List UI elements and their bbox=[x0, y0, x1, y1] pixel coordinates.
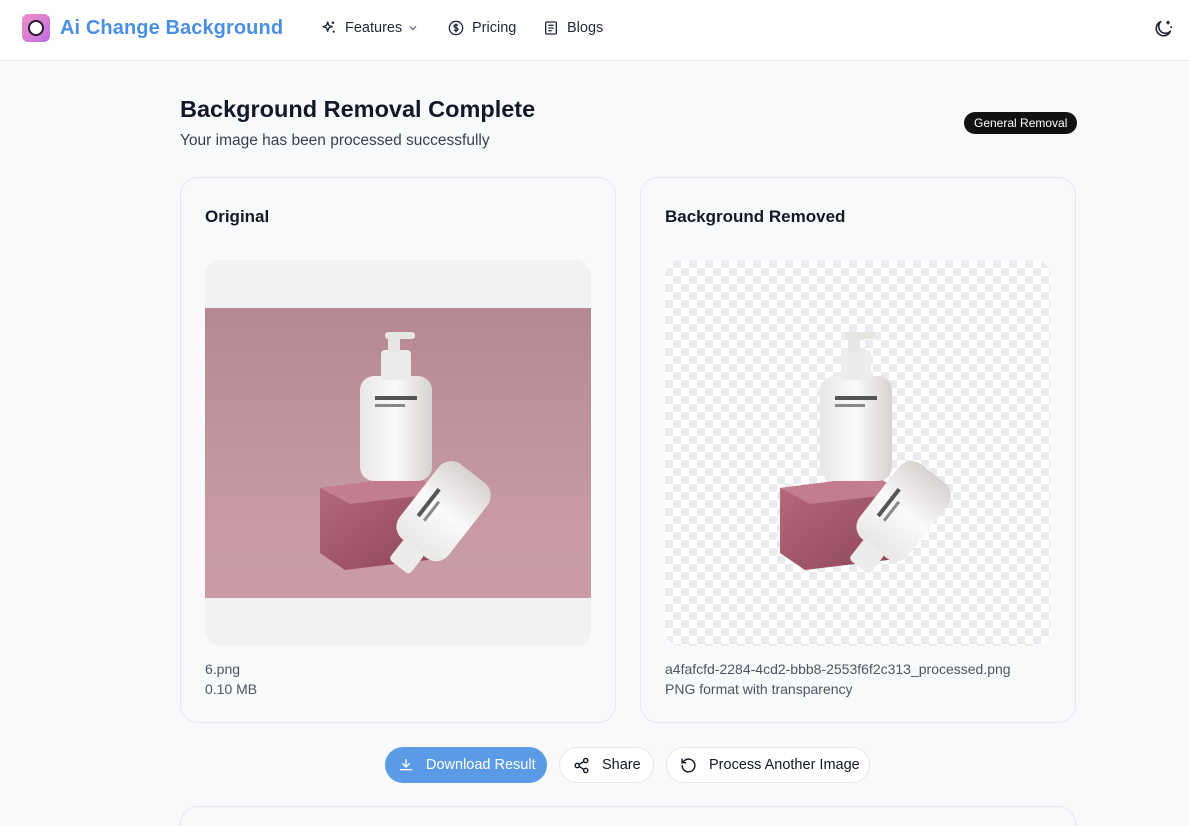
result-title: Background Removed bbox=[665, 207, 846, 226]
share-button[interactable]: Share bbox=[559, 747, 654, 783]
download-icon bbox=[400, 759, 412, 771]
bottom-section-card bbox=[180, 806, 1076, 826]
process-another-button[interactable]: Process Another Image bbox=[666, 747, 870, 783]
page-subtitle: Your image has been processed successful… bbox=[180, 132, 490, 149]
process-another-label: Process Another Image bbox=[709, 757, 860, 773]
nav-pricing-label: Pricing bbox=[472, 20, 517, 36]
share-icon bbox=[574, 757, 589, 773]
page-title: Background Removal Complete bbox=[180, 96, 536, 122]
result-filename: a4fafcfd-2284-4cd2-bbb8-2553f6f2c313_pro… bbox=[665, 661, 1011, 677]
original-filename: 6.png bbox=[205, 661, 241, 677]
original-image bbox=[205, 308, 591, 598]
original-image-frame bbox=[205, 260, 591, 646]
chevron-down-icon bbox=[409, 26, 417, 31]
original-card: Original 6.png 0.10 MB bbox=[180, 177, 616, 723]
original-title: Original bbox=[205, 207, 270, 226]
moon-icon[interactable] bbox=[1152, 18, 1174, 40]
sparkles-icon bbox=[322, 21, 335, 33]
mode-badge: General Removal bbox=[964, 112, 1078, 134]
result-card: Background Removed a4fafcfd-2284-4cd2-bb… bbox=[640, 177, 1076, 723]
nav-features[interactable]: Features bbox=[321, 20, 418, 36]
nav-features-label: Features bbox=[345, 20, 403, 36]
share-label: Share bbox=[602, 757, 641, 773]
dollar-circle-icon bbox=[448, 20, 464, 36]
result-image bbox=[780, 332, 951, 574]
app-logo-icon[interactable] bbox=[22, 14, 50, 42]
document-icon bbox=[545, 21, 557, 35]
nav-pricing[interactable]: Pricing bbox=[448, 20, 516, 36]
result-image-frame bbox=[665, 260, 1051, 646]
top-navbar: Ai Change Background Features Pricing Bl… bbox=[0, 0, 1189, 61]
download-result-button[interactable]: Download Result bbox=[385, 747, 547, 783]
brand-name[interactable]: Ai Change Background bbox=[60, 17, 283, 40]
download-label: Download Result bbox=[426, 757, 536, 773]
result-format: PNG format with transparency bbox=[665, 681, 853, 697]
refresh-icon bbox=[681, 757, 696, 773]
nav-blogs-label: Blogs bbox=[567, 20, 604, 36]
nav-blogs[interactable]: Blogs bbox=[543, 20, 603, 36]
original-filesize: 0.10 MB bbox=[205, 681, 258, 697]
